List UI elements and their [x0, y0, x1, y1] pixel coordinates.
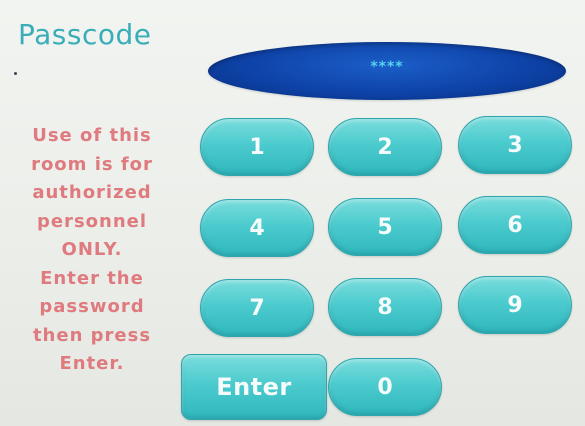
- page-title: Passcode: [18, 18, 152, 51]
- notice-line: Enter the: [40, 267, 144, 289]
- notice-line: authorized: [32, 182, 152, 203]
- passcode-display: ****: [208, 42, 566, 100]
- keypad-key-8[interactable]: 8: [328, 278, 442, 336]
- access-notice: Use of this room is for authorized perso…: [4, 122, 180, 379]
- keypad-key-6[interactable]: 6: [458, 196, 572, 254]
- notice-line: ONLY.: [61, 239, 123, 260]
- notice-line: Enter.: [59, 353, 125, 374]
- notice-line: personnel: [36, 210, 148, 232]
- keypad-key-0[interactable]: 0: [328, 358, 442, 416]
- passcode-display-value: ****: [370, 59, 404, 75]
- keypad-key-4[interactable]: 4: [200, 199, 314, 257]
- notice-line: then press: [32, 324, 152, 346]
- screen-speck: [14, 72, 17, 75]
- keypad-key-3[interactable]: 3: [458, 116, 572, 174]
- keypad-key-2[interactable]: 2: [328, 118, 442, 176]
- notice-line: Use of this: [32, 125, 152, 146]
- keypad-key-1[interactable]: 1: [200, 118, 314, 176]
- keypad-key-9[interactable]: 9: [458, 276, 572, 334]
- keypad-key-5[interactable]: 5: [328, 198, 442, 256]
- enter-button[interactable]: Enter: [181, 354, 327, 420]
- keypad-key-7[interactable]: 7: [200, 279, 314, 337]
- notice-line: password: [39, 296, 145, 317]
- notice-line: room is for: [31, 153, 153, 175]
- passcode-screen: Passcode **** Use of this room is for au…: [0, 0, 585, 426]
